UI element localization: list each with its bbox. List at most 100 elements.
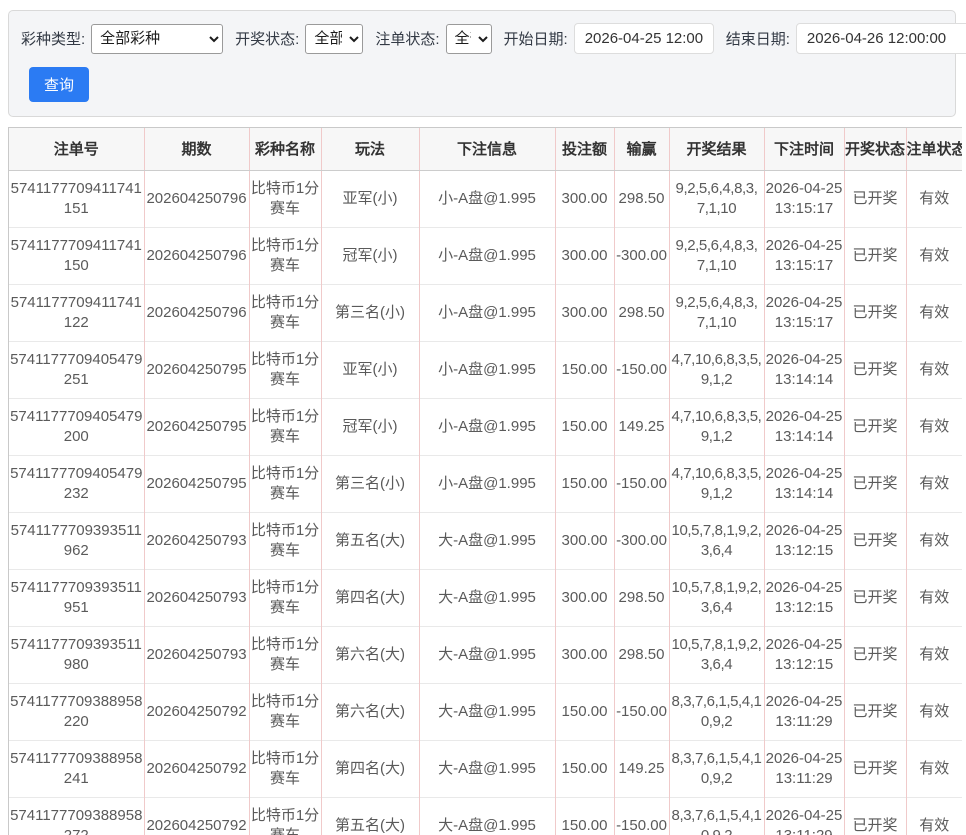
cell-period: 202604250795 — [144, 398, 249, 455]
query-button[interactable]: 查询 — [29, 67, 89, 102]
cell-play-type: 第六名(大) — [321, 683, 419, 740]
cell-bet-amount: 300.00 — [555, 227, 614, 284]
table-row: 5741177709405479200202604250795比特币1分赛车冠军… — [9, 398, 962, 455]
column-header-draw-status: 开奖状态 — [844, 128, 906, 170]
cell-win-loss: 149.25 — [614, 398, 669, 455]
bet-records-table: 注单号期数彩种名称玩法下注信息投注额输赢开奖结果下注时间开奖状态注单状态 574… — [8, 127, 962, 835]
cell-period: 202604250793 — [144, 626, 249, 683]
cell-win-loss: -150.00 — [614, 341, 669, 398]
cell-bet-amount: 150.00 — [555, 341, 614, 398]
cell-bet-amount: 150.00 — [555, 398, 614, 455]
cell-draw-result: 9,2,5,6,4,8,3,7,1,10 — [669, 170, 764, 227]
cell-period: 202604250796 — [144, 227, 249, 284]
cell-draw-status: 已开奖 — [844, 341, 906, 398]
table-row: 5741177709388958220202604250792比特币1分赛车第六… — [9, 683, 962, 740]
table-row: 5741177709411741150202604250796比特币1分赛车冠军… — [9, 227, 962, 284]
cell-period: 202604250792 — [144, 740, 249, 797]
cell-bet-id: 5741177709405479200 — [9, 398, 144, 455]
cell-bet-time: 2026-04-25 13:12:15 — [764, 626, 844, 683]
cell-lottery-name: 比特币1分赛车 — [249, 341, 321, 398]
cell-bet-time: 2026-04-25 13:12:15 — [764, 512, 844, 569]
bet-status-select[interactable]: 全部 — [446, 24, 492, 54]
cell-bet-info: 大-A盘@1.995 — [419, 797, 555, 835]
table-row: 5741177709411741122202604250796比特币1分赛车第三… — [9, 284, 962, 341]
cell-win-loss: 298.50 — [614, 626, 669, 683]
cell-bet-amount: 300.00 — [555, 284, 614, 341]
cell-bet-id: 5741177709388958272 — [9, 797, 144, 835]
cell-bet-time: 2026-04-25 13:14:14 — [764, 398, 844, 455]
cell-draw-status: 已开奖 — [844, 626, 906, 683]
table-row: 5741177709388958241202604250792比特币1分赛车第四… — [9, 740, 962, 797]
cell-bet-id: 5741177709393511951 — [9, 569, 144, 626]
cell-bet-amount: 150.00 — [555, 683, 614, 740]
cell-period: 202604250792 — [144, 683, 249, 740]
cell-bet-amount: 150.00 — [555, 740, 614, 797]
cell-bet-info: 大-A盘@1.995 — [419, 512, 555, 569]
cell-bet-time: 2026-04-25 13:11:29 — [764, 797, 844, 835]
cell-bet-id: 5741177709411741122 — [9, 284, 144, 341]
cell-draw-result: 9,2,5,6,4,8,3,7,1,10 — [669, 227, 764, 284]
cell-bet-info: 小-A盘@1.995 — [419, 398, 555, 455]
cell-bet-id: 5741177709405479232 — [9, 455, 144, 512]
cell-draw-result: 9,2,5,6,4,8,3,7,1,10 — [669, 284, 764, 341]
cell-draw-result: 8,3,7,6,1,5,4,10,9,2 — [669, 683, 764, 740]
end-date-input[interactable] — [796, 23, 966, 54]
start-date-input[interactable] — [574, 23, 714, 54]
cell-bet-time: 2026-04-25 13:11:29 — [764, 740, 844, 797]
column-header-bet-info: 下注信息 — [419, 128, 555, 170]
cell-play-type: 亚军(小) — [321, 341, 419, 398]
button-row: 查询 — [29, 67, 945, 102]
cell-win-loss: 149.25 — [614, 740, 669, 797]
cell-play-type: 第六名(大) — [321, 626, 419, 683]
cell-bet-status: 有效 — [906, 284, 962, 341]
lottery-type-label: 彩种类型: — [21, 28, 85, 49]
cell-draw-status: 已开奖 — [844, 170, 906, 227]
cell-draw-result: 4,7,10,6,8,3,5,9,1,2 — [669, 398, 764, 455]
cell-lottery-name: 比特币1分赛车 — [249, 740, 321, 797]
filter-group-draw-status: 开奖状态: 全部 — [235, 24, 363, 54]
cell-play-type: 第五名(大) — [321, 512, 419, 569]
cell-bet-time: 2026-04-25 13:15:17 — [764, 227, 844, 284]
cell-draw-status: 已开奖 — [844, 512, 906, 569]
cell-draw-result: 8,3,7,6,1,5,4,10,9,2 — [669, 740, 764, 797]
column-header-bet-id: 注单号 — [9, 128, 144, 170]
cell-bet-status: 有效 — [906, 626, 962, 683]
cell-bet-status: 有效 — [906, 740, 962, 797]
cell-bet-id: 5741177709405479251 — [9, 341, 144, 398]
cell-play-type: 第四名(大) — [321, 569, 419, 626]
cell-win-loss: -300.00 — [614, 227, 669, 284]
cell-draw-status: 已开奖 — [844, 455, 906, 512]
cell-lottery-name: 比特币1分赛车 — [249, 569, 321, 626]
cell-bet-id: 5741177709393511962 — [9, 512, 144, 569]
column-header-lottery-name: 彩种名称 — [249, 128, 321, 170]
cell-draw-status: 已开奖 — [844, 797, 906, 835]
cell-bet-info: 大-A盘@1.995 — [419, 626, 555, 683]
cell-bet-info: 大-A盘@1.995 — [419, 683, 555, 740]
column-header-draw-result: 开奖结果 — [669, 128, 764, 170]
cell-lottery-name: 比特币1分赛车 — [249, 227, 321, 284]
filter-row: 彩种类型: 全部彩种 开奖状态: 全部 注单状态: 全部 开始日期: 结束日期: — [21, 23, 945, 54]
cell-bet-id: 5741177709388958220 — [9, 683, 144, 740]
cell-play-type: 第四名(大) — [321, 740, 419, 797]
cell-bet-info: 小-A盘@1.995 — [419, 455, 555, 512]
cell-win-loss: 298.50 — [614, 284, 669, 341]
cell-bet-amount: 300.00 — [555, 626, 614, 683]
cell-win-loss: -150.00 — [614, 797, 669, 835]
cell-bet-amount: 300.00 — [555, 569, 614, 626]
table-row: 5741177709393511962202604250793比特币1分赛车第五… — [9, 512, 962, 569]
draw-status-select[interactable]: 全部 — [305, 24, 363, 54]
cell-lottery-name: 比特币1分赛车 — [249, 398, 321, 455]
table-row: 5741177709393511951202604250793比特币1分赛车第四… — [9, 569, 962, 626]
cell-bet-status: 有效 — [906, 512, 962, 569]
lottery-type-select[interactable]: 全部彩种 — [91, 24, 223, 54]
filter-group-bet-status: 注单状态: 全部 — [375, 24, 491, 54]
cell-period: 202604250793 — [144, 569, 249, 626]
cell-draw-status: 已开奖 — [844, 683, 906, 740]
bet-status-label: 注单状态: — [375, 28, 439, 49]
cell-bet-status: 有效 — [906, 398, 962, 455]
cell-bet-amount: 150.00 — [555, 455, 614, 512]
table-header-row: 注单号期数彩种名称玩法下注信息投注额输赢开奖结果下注时间开奖状态注单状态 — [9, 128, 962, 170]
cell-win-loss: 298.50 — [614, 569, 669, 626]
start-date-label: 开始日期: — [504, 28, 568, 49]
cell-win-loss: -150.00 — [614, 455, 669, 512]
